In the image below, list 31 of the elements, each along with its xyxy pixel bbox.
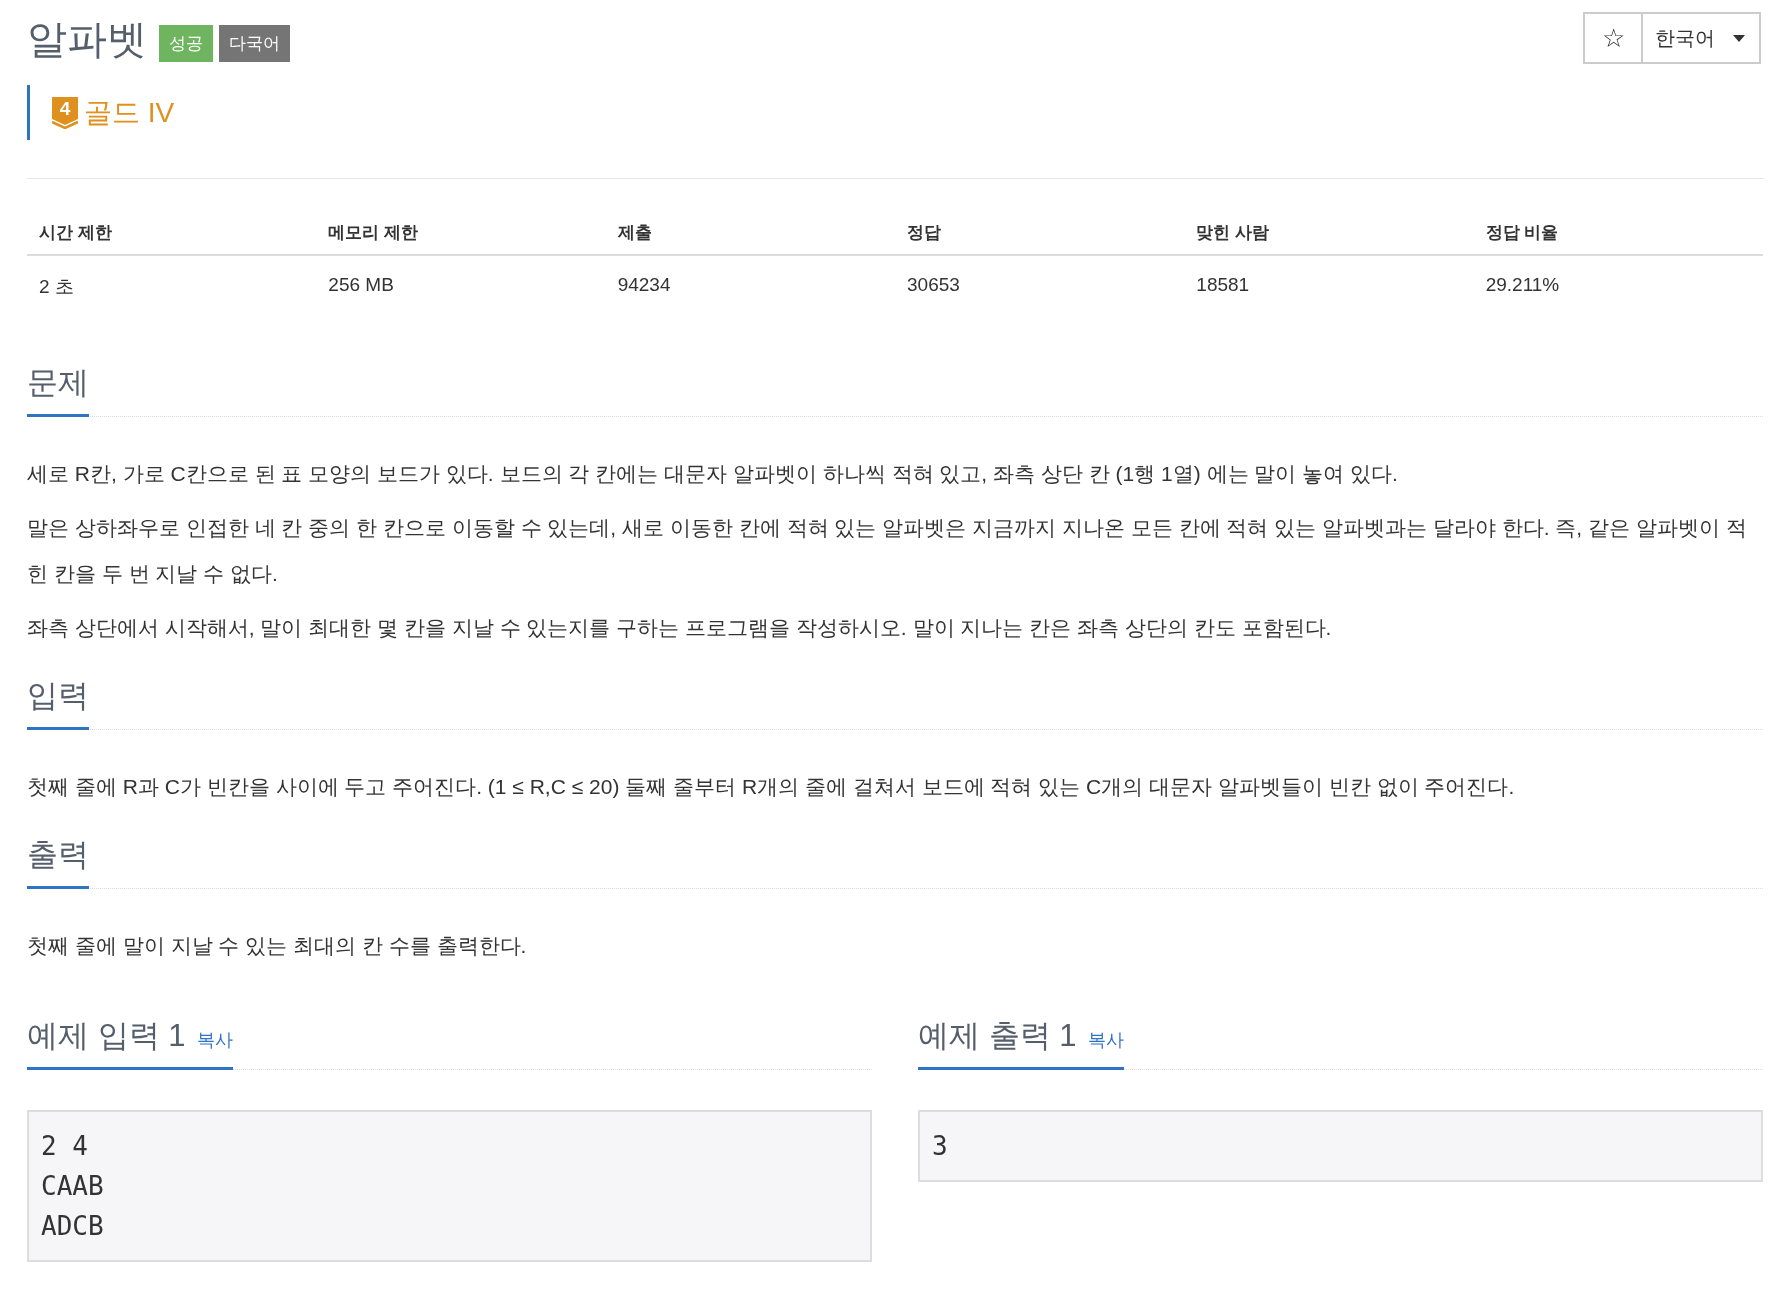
table-header: 제출 xyxy=(605,211,895,256)
table-cell-text: 29.211% xyxy=(1484,273,1561,297)
table-cell-text: 2 초 xyxy=(38,275,75,299)
paragraph: 첫째 줄에 말이 지날 수 있는 최대의 칸 수를 출력한다. xyxy=(27,933,528,959)
copy-link[interactable]: 복사 xyxy=(1088,1028,1125,1052)
sample-code: 2 4 CAAB ADCB xyxy=(27,1110,872,1262)
sample-code: 3 xyxy=(918,1110,1763,1182)
table-header: 메모리 제한 xyxy=(316,211,606,256)
table-header: 맞힌 사람 xyxy=(1184,211,1474,256)
table-cell-text: 256 MB xyxy=(327,273,395,297)
section-heading: 문제 xyxy=(27,362,89,417)
copy-link[interactable]: 복사 xyxy=(197,1028,234,1052)
section-heading: 예제 입력 1 xyxy=(27,1017,186,1055)
section-heading: 예제 출력 1 xyxy=(918,1017,1077,1055)
caret-icon xyxy=(1733,34,1745,42)
problem-title: 알파벳 xyxy=(27,16,147,63)
section-heading: 입력 xyxy=(27,675,89,730)
paragraph: 첫째 줄에 R과 C가 빈칸을 사이에 두고 주어진다. (1 ≤ R,C ≤ 20) 둘째 줄부터 R개의 줄에 걸쳐서 보드에 적혀 있는 C개의 대문자 알파벳들이 빈칸 없이 주어진다. xyxy=(27,774,1516,800)
status-badge: 성공 xyxy=(159,25,213,62)
paragraph: 말은 상하좌우로 인접한 네 칸 중의 한 칸으로 이동할 수 있는데, 새로 이동한 칸에 적혀 있는 알파벳은 지금까지 지나온 모든 칸에 적혀 있는 알파벳과는 달라야 한다. 즉, 같은 알파벳이 적힌 칸을 두 번 지날 수 없다. xyxy=(27,515,1748,587)
table-header: 정답 비율 xyxy=(1473,211,1763,256)
table-header: 정답 xyxy=(895,211,1185,256)
table-header: 시간 제한 xyxy=(27,211,317,256)
table-cell-text: 18581 xyxy=(1195,273,1251,297)
tier-label: 골드 IV xyxy=(84,95,175,130)
paragraph: 좌측 상단에서 시작해서, 말이 최대한 몇 칸을 지날 수 있는지를 구하는 프로그램을 작성하시오. 말이 지나는 칸은 좌측 상단의 칸도 포함된다. xyxy=(27,615,1333,641)
paragraph: 세로 R칸, 가로 C칸으로 된 표 모양의 보드가 있다. 보드의 각 칸에는 대문자 알파벳이 하나씩 적혀 있고, 좌측 상단 칸 (1행 1열) 에는 말이 놓여 있다. xyxy=(27,461,1399,487)
table-cell-text: 94234 xyxy=(616,273,672,297)
section-heading: 출력 xyxy=(27,834,89,889)
table-cell-text: 30653 xyxy=(906,273,961,297)
status-badge: 다국어 xyxy=(219,25,290,62)
